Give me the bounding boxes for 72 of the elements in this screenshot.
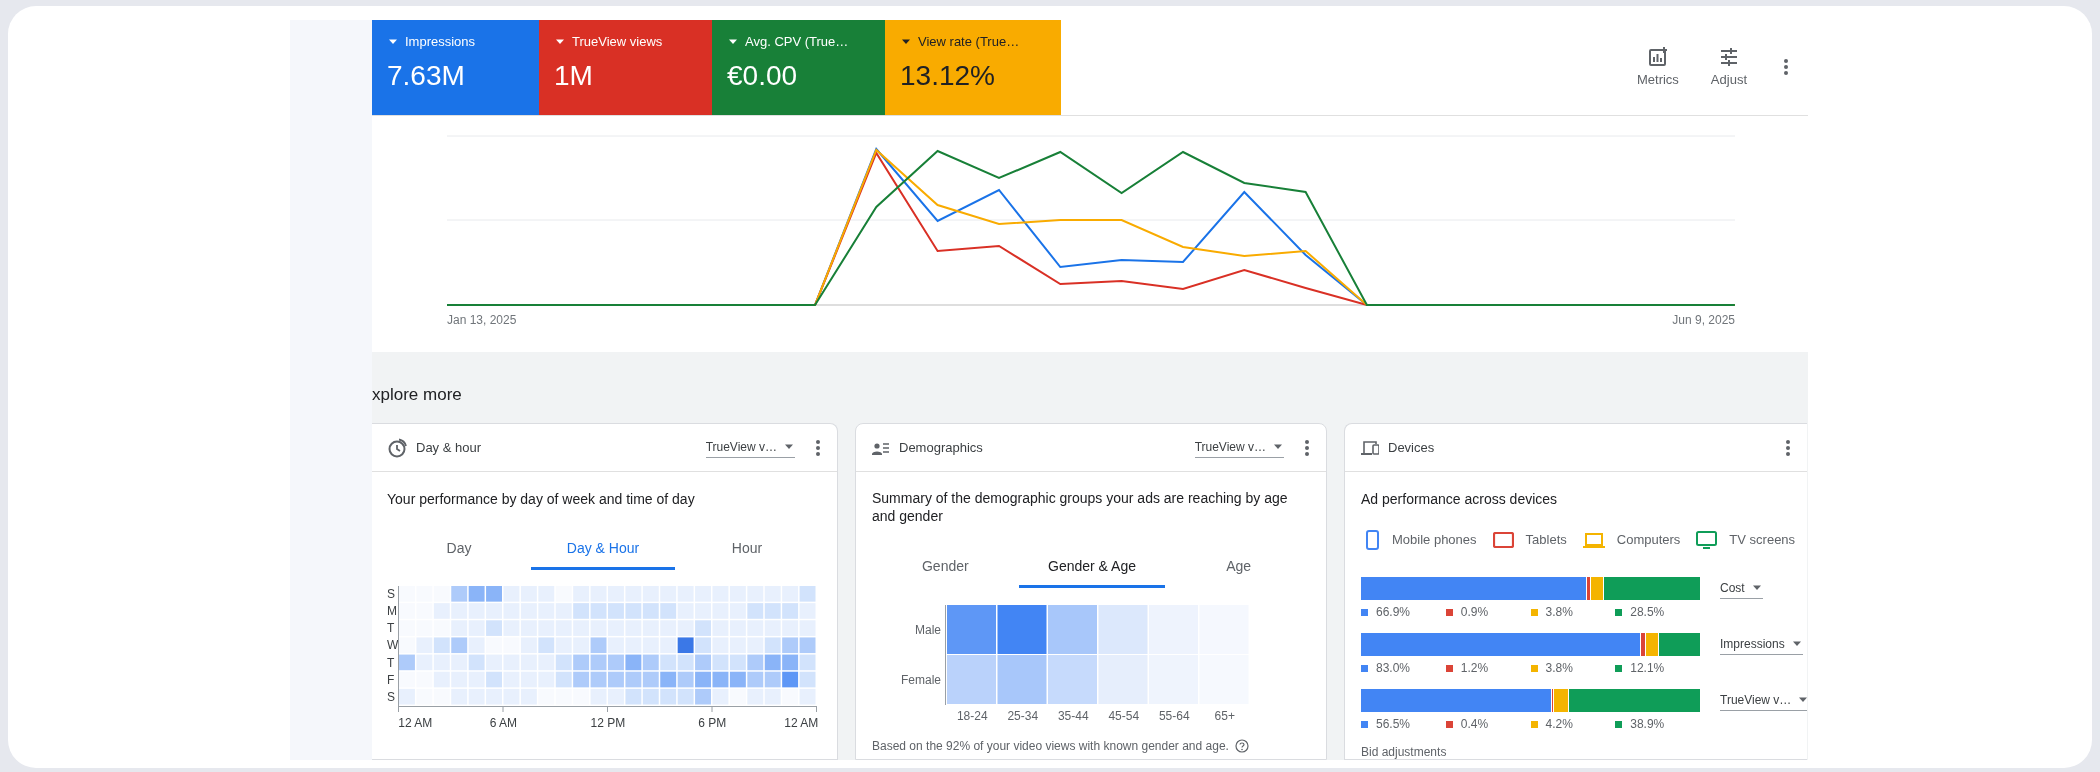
axis-label: 12 PM [590,715,626,732]
tab[interactable]: Day & Hour [531,530,675,570]
card-subtitle: Summary of the demographic groups your ads are reaching by age and gender [872,489,1289,525]
footnote-text: Based on the 92% of your video views with known gender and age. [872,738,1229,755]
axis-label: 6 AM [489,715,517,732]
axis-label: 35-44 [1056,708,1090,725]
day-label: T [387,620,396,638]
metric-label: Avg. CPV (True… [745,33,849,51]
day-label: W [387,637,399,655]
metric-value: 13.12% [900,58,996,93]
metric-dropdown[interactable]: Impressions [1720,635,1803,655]
gender-label: Female [900,672,941,689]
tab[interactable]: Day [387,530,531,570]
axis-label: 65+ [1213,708,1236,725]
card-title: Devices [1388,438,1435,457]
metric-label: View rate (True… [918,33,1020,51]
card-subtitle: Ad performance across devices [1361,490,1559,509]
metric-label: Impressions [405,33,476,51]
tab[interactable]: Gender & Age [1018,548,1166,588]
tab[interactable]: Gender [872,548,1019,588]
day-label: S [387,586,396,603]
section-title: xplore more [372,384,463,406]
share-value: 28.5% [1630,604,1665,621]
share-value: 12.1% [1630,660,1665,677]
day-label: S [387,688,396,706]
metric-label: TrueView views [572,33,663,51]
axis-date-label: Jun 9, 2025 [1671,312,1735,329]
share-value: 1.2% [1460,660,1489,677]
card-subtitle: Your performance by day of week and time of day [387,490,696,509]
metric-tile[interactable]: View rate (True… 13.12% [885,20,1061,115]
tab[interactable]: Hour [675,530,819,570]
share-value: 0.9% [1460,604,1489,621]
metric-value: €0.00 [727,58,799,93]
axis-label: 6 PM [698,715,727,732]
metric-dropdown[interactable]: TrueView v… [1720,691,1807,711]
metric-value: 1M [554,58,594,93]
axis-label: 18-24 [955,708,989,725]
axis-label: 55-64 [1157,708,1191,725]
section-label: Bid adjustments [1361,744,1448,759]
metric-tile[interactable]: TrueView views 1M [539,20,712,115]
day-label: F [387,671,396,689]
share-value: 4.2% [1545,716,1573,733]
metric-dropdown[interactable]: TrueView v… [705,437,795,458]
metric-dropdown[interactable]: TrueView v… [1194,437,1284,458]
share-value: 66.9% [1376,604,1411,621]
share-value: 3.8% [1545,660,1573,677]
metric-value: 7.63M [387,58,466,93]
share-value: 56.5% [1376,716,1411,733]
legend-label: Mobile phones [1392,531,1477,550]
gender-label: Male [914,622,941,639]
legend-label: TV screens [1729,531,1796,550]
card-title: Day & hour [416,438,482,457]
axis-date-label: Jan 13, 2025 [447,312,517,329]
metric-dropdown[interactable]: Cost [1720,579,1763,599]
axis-label: 12 AM [398,715,433,732]
tab[interactable]: Age [1165,548,1312,588]
share-value: 3.8% [1545,604,1573,621]
share-value: 0.4% [1460,716,1489,733]
share-value: 38.9% [1630,716,1665,733]
metric-tile[interactable]: Avg. CPV (True… €0.00 [712,20,885,115]
card-title: Demographics [899,438,983,457]
metric-tile[interactable]: Impressions 7.63M [372,20,539,115]
metrics-button[interactable]: Metrics [1626,20,1689,115]
axis-label: 12 AM [784,715,819,732]
axis-label: 25-34 [1006,708,1040,725]
legend-label: Computers [1616,531,1681,550]
share-value: 83.0% [1376,660,1411,677]
adjust-button[interactable]: Adjust [1700,20,1757,115]
legend-label: Tablets [1525,531,1567,550]
day-label: T [387,654,396,672]
day-label: M [387,603,398,621]
axis-label: 45-54 [1107,708,1141,725]
